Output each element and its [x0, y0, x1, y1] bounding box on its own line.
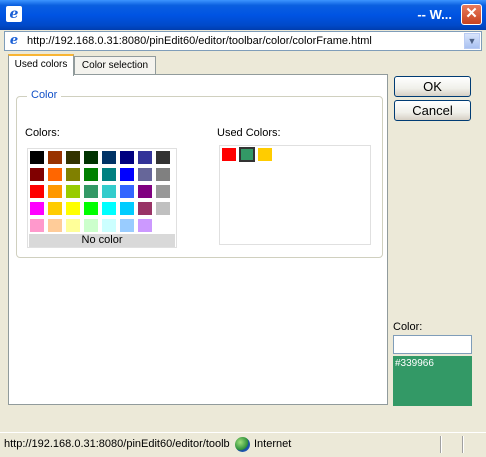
- color-swatch[interactable]: [119, 218, 135, 233]
- security-zone-label: Internet: [254, 438, 292, 450]
- window-title: -- W...: [417, 7, 452, 22]
- color-swatch[interactable]: [119, 184, 135, 199]
- color-swatch[interactable]: [47, 184, 63, 199]
- close-icon: ✕: [465, 5, 478, 22]
- used-color-swatch[interactable]: [257, 147, 273, 162]
- color-preview-hex: #339966: [395, 358, 434, 369]
- color-swatch[interactable]: [137, 218, 153, 233]
- colors-label: Colors:: [25, 127, 60, 139]
- color-swatch[interactable]: [137, 167, 153, 182]
- color-preview: #339966: [393, 356, 472, 406]
- color-swatch[interactable]: [119, 201, 135, 216]
- color-swatch[interactable]: [83, 167, 99, 182]
- color-swatch[interactable]: [29, 184, 45, 199]
- dialog-content: Used colors Color selection Color Colors…: [4, 53, 482, 430]
- color-swatch[interactable]: [155, 150, 171, 165]
- color-swatch[interactable]: [47, 167, 63, 182]
- tab-used-colors[interactable]: Used colors: [8, 54, 74, 76]
- page-icon: e: [9, 33, 19, 48]
- chevron-down-icon: ▼: [467, 36, 477, 46]
- color-swatch[interactable]: [155, 167, 171, 182]
- used-colors-label: Used Colors:: [217, 127, 281, 139]
- color-swatch[interactable]: [83, 184, 99, 199]
- color-swatch[interactable]: [101, 184, 117, 199]
- status-url: http://192.168.0.31:8080/pinEdit60/edito…: [4, 438, 230, 450]
- color-swatch[interactable]: [137, 150, 153, 165]
- color-swatch[interactable]: [137, 184, 153, 199]
- color-swatch[interactable]: [83, 201, 99, 216]
- color-field-label: Color:: [393, 321, 423, 333]
- ie-icon: e: [6, 6, 22, 22]
- color-swatch[interactable]: [29, 167, 45, 182]
- tab-color-selection[interactable]: Color selection: [74, 56, 156, 76]
- color-swatch[interactable]: [101, 150, 117, 165]
- color-swatch[interactable]: [83, 150, 99, 165]
- color-swatch[interactable]: [119, 167, 135, 182]
- ok-button[interactable]: OK: [394, 76, 471, 97]
- color-swatch[interactable]: [65, 218, 81, 233]
- color-swatch[interactable]: [29, 218, 45, 233]
- color-swatch[interactable]: [83, 218, 99, 233]
- color-swatch[interactable]: [65, 201, 81, 216]
- status-separator: [462, 436, 464, 453]
- title-bar[interactable]: e -- W... ✕: [0, 0, 486, 30]
- color-groupbox: Color Colors: Used Colors: No color: [16, 89, 383, 258]
- color-swatch[interactable]: [101, 218, 117, 233]
- used-color-swatch[interactable]: [221, 147, 237, 162]
- tab-panel: Color Colors: Used Colors: No color: [8, 74, 388, 405]
- group-legend: Color: [27, 89, 62, 101]
- address-url[interactable]: http://192.168.0.31:8080/pinEdit60/edito…: [27, 35, 372, 47]
- color-swatch[interactable]: [47, 150, 63, 165]
- color-swatch[interactable]: [137, 201, 153, 216]
- color-swatch[interactable]: [101, 167, 117, 182]
- no-color-button[interactable]: No color: [29, 234, 175, 247]
- color-swatch[interactable]: [47, 218, 63, 233]
- color-swatch[interactable]: [119, 150, 135, 165]
- status-separator: [440, 436, 442, 453]
- color-value-input[interactable]: [393, 335, 472, 354]
- color-swatch[interactable]: [155, 201, 171, 216]
- color-swatch[interactable]: [65, 167, 81, 182]
- color-swatch[interactable]: [101, 201, 117, 216]
- color-swatch[interactable]: [65, 150, 81, 165]
- used-color-swatch[interactable]: [239, 147, 255, 162]
- color-swatch[interactable]: [155, 184, 171, 199]
- dialog-window: e -- W... ✕ e http://192.168.0.31:8080/p…: [0, 0, 486, 457]
- color-swatch[interactable]: [65, 184, 81, 199]
- cancel-button[interactable]: Cancel: [394, 100, 471, 121]
- color-swatch[interactable]: [29, 201, 45, 216]
- color-swatch[interactable]: [47, 201, 63, 216]
- color-swatch[interactable]: [29, 150, 45, 165]
- color-swatch[interactable]: [155, 218, 171, 233]
- globe-icon: [235, 437, 250, 452]
- color-palette: No color: [27, 148, 177, 248]
- used-colors-box: [219, 145, 371, 245]
- close-button[interactable]: ✕: [461, 4, 482, 25]
- address-dropdown-button[interactable]: ▼: [464, 33, 480, 49]
- status-bar: http://192.168.0.31:8080/pinEdit60/edito…: [0, 432, 486, 457]
- address-bar[interactable]: e http://192.168.0.31:8080/pinEdit60/edi…: [4, 31, 482, 51]
